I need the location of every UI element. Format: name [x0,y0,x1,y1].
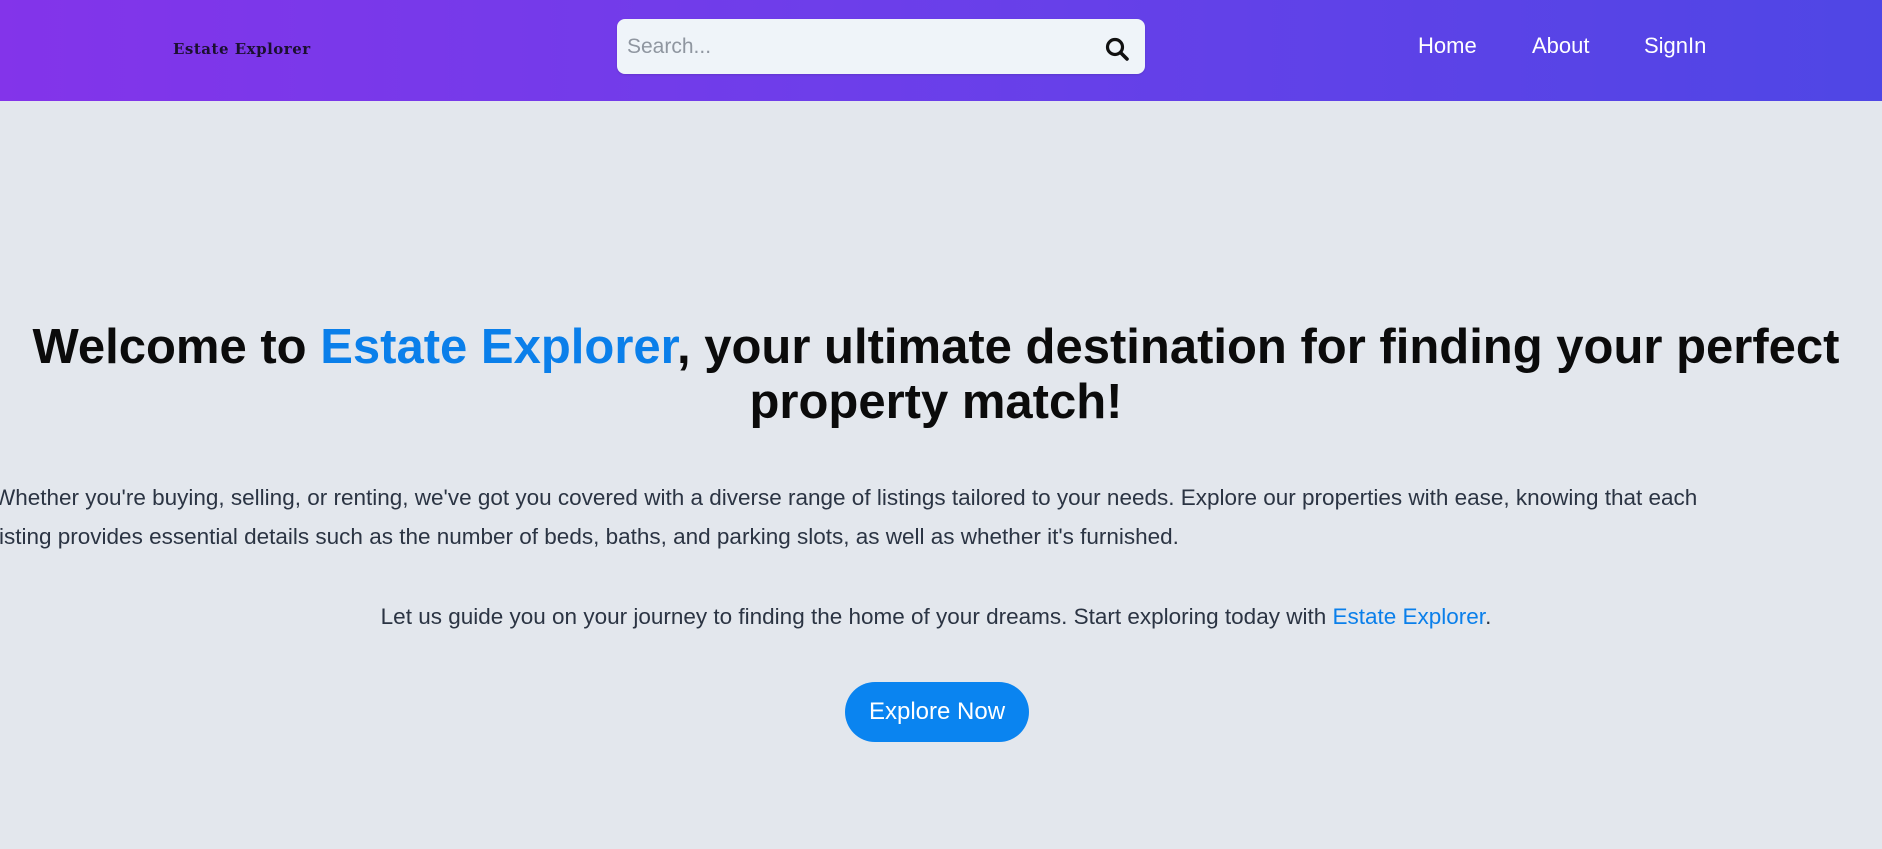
search-box [617,19,1145,74]
hero-title-suffix: , your ultimate destination for finding … [677,320,1840,429]
guide-text-suffix: . [1485,604,1492,629]
explore-now-button[interactable]: Explore Now [845,682,1029,742]
guide-text: Let us guide you on your journey to find… [0,600,1872,634]
search-input[interactable] [627,19,1087,74]
navbar: Estate Explorer Home About SignIn [0,0,1882,101]
guide-text-prefix: Let us guide you on your journey to find… [380,604,1333,629]
nav-link-signin[interactable]: SignIn [1644,33,1706,59]
hero-description-line-1: Whether you're buying, selling, or renti… [0,485,1698,510]
hero-title-brand: Estate Explorer [320,320,678,374]
hero-title: Welcome to Estate Explorer, your ultimat… [0,320,1872,430]
hero-description-line-2: listing provides essential details such … [0,524,1179,549]
hero-description: Whether you're buying, selling, or renti… [0,478,1870,556]
nav-link-about[interactable]: About [1532,33,1590,59]
site-logo[interactable]: Estate Explorer [173,40,311,58]
search-icon[interactable] [1104,36,1130,62]
guide-text-brand: Estate Explorer [1332,604,1486,629]
nav-link-home[interactable]: Home [1418,33,1477,59]
hero-title-prefix: Welcome to [32,320,321,374]
